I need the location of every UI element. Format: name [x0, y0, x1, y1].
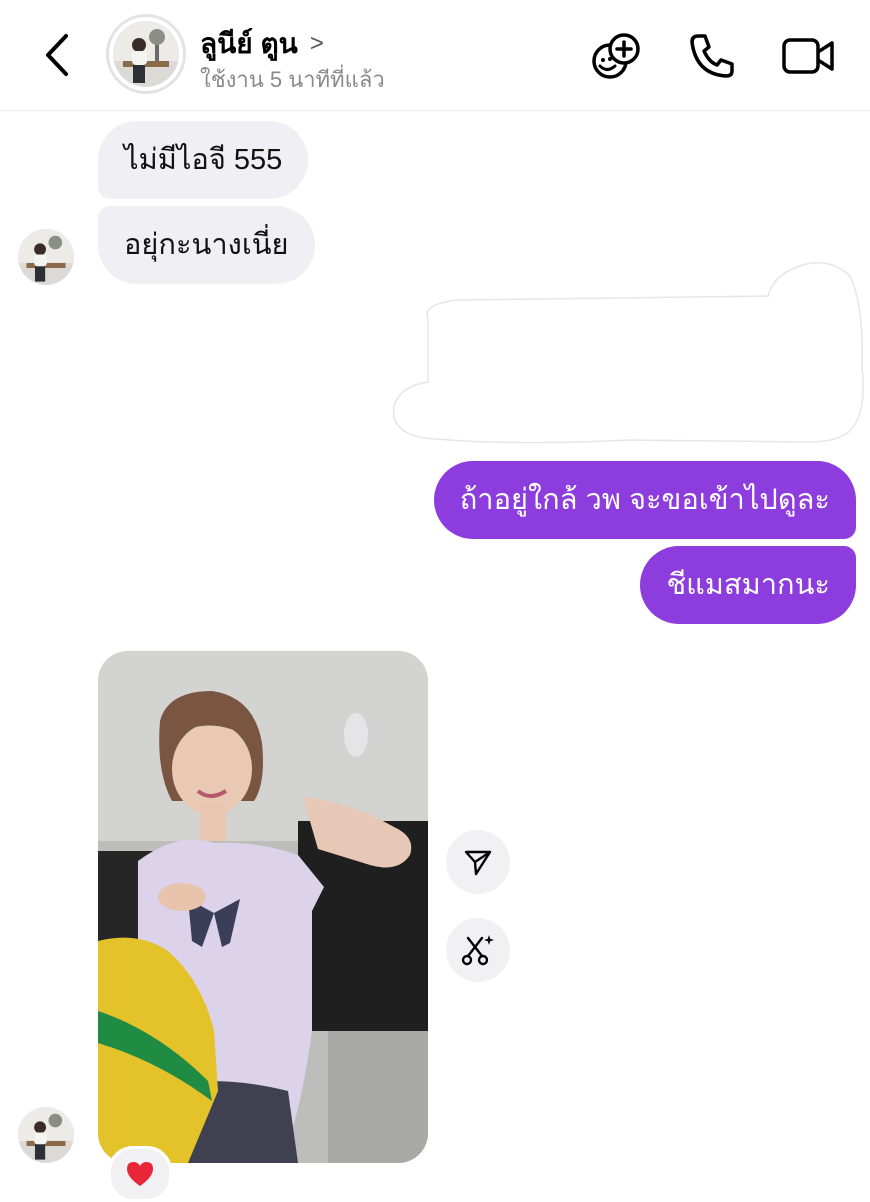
phone-icon — [690, 34, 734, 78]
back-button[interactable] — [36, 28, 80, 82]
heart-reaction[interactable] — [108, 1146, 172, 1202]
sent-message[interactable]: ถ้าอยู่ใกล้ วพ จะขอเข้าไปดูละ — [433, 461, 856, 539]
contact-avatar-small[interactable] — [18, 229, 74, 285]
received-message[interactable]: ไม่มีไอจี 555 — [98, 121, 309, 199]
heart-icon — [127, 1162, 153, 1186]
avatar-photo — [18, 1107, 74, 1163]
photo-image — [98, 651, 428, 1163]
contact-avatar-small[interactable] — [18, 1107, 74, 1163]
contact-name[interactable]: ลูนีย์ ตูน — [200, 22, 298, 66]
scissors-sparkle-icon — [461, 935, 494, 966]
chat-header: ลูนีย์ ตูน > ใช้งาน 5 นาทีที่แล้ว — [0, 0, 870, 111]
video-camera-icon — [782, 38, 834, 74]
chevron-right-icon: > — [309, 30, 324, 57]
chevron-left-icon — [46, 34, 68, 76]
sent-message[interactable]: ชีแมสมากนะ — [640, 546, 856, 624]
face-plus-icon — [592, 33, 640, 79]
share-button[interactable] — [446, 830, 510, 894]
cutout-button[interactable] — [446, 918, 510, 982]
redacted-message-area — [392, 261, 864, 444]
received-photo[interactable] — [98, 651, 428, 1163]
avatar-photo — [18, 229, 74, 285]
contact-avatar[interactable] — [106, 14, 186, 94]
received-message[interactable]: อยุ่กะนางเนี่ย — [98, 206, 315, 284]
contact-name-row[interactable]: ลูนีย์ ตูน > — [200, 22, 324, 66]
effects-button[interactable] — [588, 28, 644, 84]
video-call-button[interactable] — [780, 28, 836, 84]
voice-call-button[interactable] — [684, 28, 740, 84]
avatar-photo — [113, 21, 179, 87]
contact-status: ใช้งาน 5 นาทีที่แล้ว — [200, 67, 385, 92]
send-icon — [464, 850, 492, 876]
